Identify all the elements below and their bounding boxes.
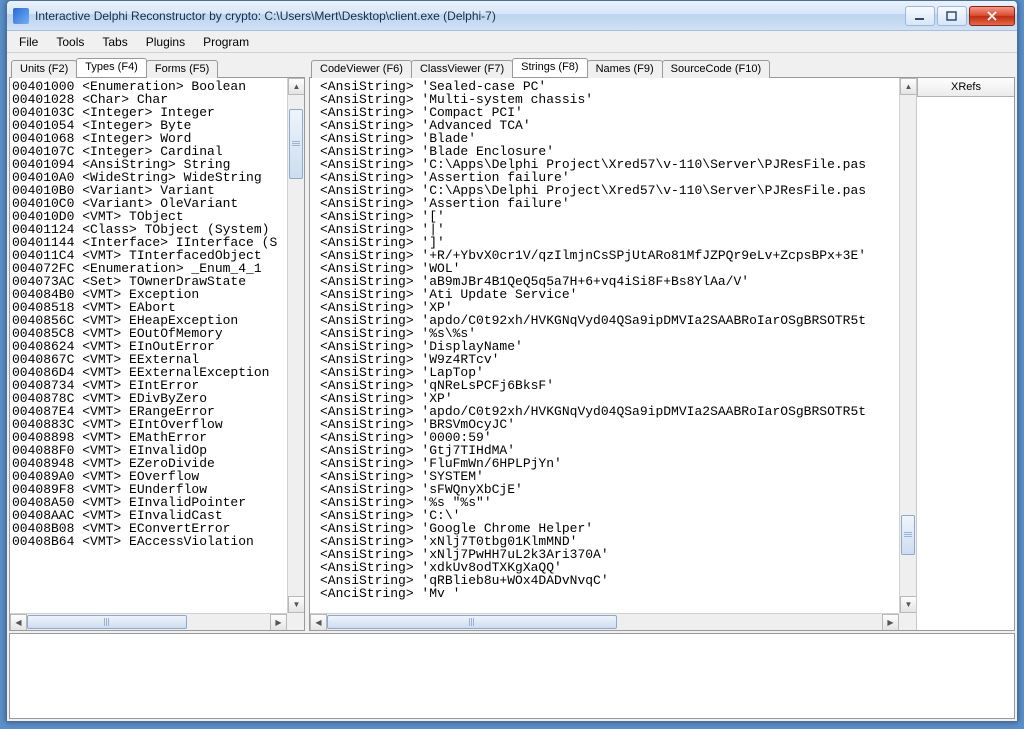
minimize-button[interactable] <box>905 6 935 26</box>
tab-codeviewer[interactable]: CodeViewer (F6) <box>311 60 412 78</box>
right-hscrollbar[interactable]: ◀ ▶ <box>310 613 899 630</box>
app-icon <box>13 8 29 24</box>
menu-tools[interactable]: Tools <box>48 33 92 51</box>
window-title: Interactive Delphi Reconstructor by cryp… <box>35 9 905 23</box>
right-htrack[interactable] <box>327 614 882 630</box>
right-vscrollbar[interactable]: ▲ ▼ <box>899 78 916 613</box>
strings-list[interactable]: <AnsiString> 'Sealed-case PC' <AnsiStrin… <box>310 78 899 613</box>
strings-list-wrap: <AnsiString> 'Sealed-case PC' <AnsiStrin… <box>310 78 916 630</box>
scroll-down-icon[interactable]: ▼ <box>288 596 304 613</box>
close-icon <box>986 11 998 21</box>
left-vtrack[interactable] <box>288 95 304 596</box>
right-tabs: CodeViewer (F6) ClassViewer (F7) Strings… <box>309 55 1015 77</box>
right-hthumb[interactable] <box>327 615 617 629</box>
tab-names[interactable]: Names (F9) <box>587 60 663 78</box>
app-window: Interactive Delphi Reconstructor by cryp… <box>6 0 1018 722</box>
left-htrack[interactable] <box>27 614 270 630</box>
left-tab-body: 00401000 <Enumeration> Boolean 00401028 … <box>9 77 305 631</box>
scroll-up-icon[interactable]: ▲ <box>288 78 304 95</box>
tab-strings[interactable]: Strings (F8) <box>512 58 587 77</box>
types-list-wrap: 00401000 <Enumeration> Boolean 00401028 … <box>10 78 304 630</box>
bottom-panel <box>9 633 1015 719</box>
scroll-left-icon[interactable]: ◀ <box>10 614 27 630</box>
scroll-down-icon[interactable]: ▼ <box>900 596 916 613</box>
maximize-icon <box>946 11 958 21</box>
right-panel: CodeViewer (F6) ClassViewer (F7) Strings… <box>309 55 1015 631</box>
menu-program[interactable]: Program <box>195 33 257 51</box>
titlebar[interactable]: Interactive Delphi Reconstructor by cryp… <box>7 1 1017 31</box>
maximize-button[interactable] <box>937 6 967 26</box>
scroll-left-icon[interactable]: ◀ <box>310 614 327 630</box>
left-tabs: Units (F2) Types (F4) Forms (F5) <box>9 55 305 77</box>
right-scroll-corner <box>899 613 916 630</box>
minimize-icon <box>914 11 926 21</box>
client-area: Units (F2) Types (F4) Forms (F5) 0040100… <box>7 53 1017 633</box>
left-panel: Units (F2) Types (F4) Forms (F5) 0040100… <box>9 55 305 631</box>
tab-classviewer[interactable]: ClassViewer (F7) <box>411 60 513 78</box>
left-hthumb[interactable] <box>27 615 187 629</box>
left-hscrollbar[interactable]: ◀ ▶ <box>10 613 287 630</box>
types-list[interactable]: 00401000 <Enumeration> Boolean 00401028 … <box>10 78 287 613</box>
menubar: File Tools Tabs Plugins Program <box>7 31 1017 53</box>
tab-forms[interactable]: Forms (F5) <box>146 60 218 78</box>
scroll-right-icon[interactable]: ▶ <box>270 614 287 630</box>
scroll-right-icon[interactable]: ▶ <box>882 614 899 630</box>
close-button[interactable] <box>969 6 1015 26</box>
right-tab-body: <AnsiString> 'Sealed-case PC' <AnsiStrin… <box>309 77 1015 631</box>
menu-tabs[interactable]: Tabs <box>94 33 135 51</box>
menu-file[interactable]: File <box>11 33 46 51</box>
xrefs-column: XRefs <box>916 78 1014 630</box>
tab-units[interactable]: Units (F2) <box>11 60 77 78</box>
scroll-up-icon[interactable]: ▲ <box>900 78 916 95</box>
left-scroll-corner <box>287 613 304 630</box>
left-vthumb[interactable] <box>289 109 303 179</box>
xrefs-header[interactable]: XRefs <box>917 78 1014 97</box>
right-vthumb[interactable] <box>901 515 915 555</box>
right-vtrack[interactable] <box>900 95 916 596</box>
left-vscrollbar[interactable]: ▲ ▼ <box>287 78 304 613</box>
window-buttons <box>905 6 1015 26</box>
tab-types[interactable]: Types (F4) <box>76 58 147 77</box>
tab-sourcecode[interactable]: SourceCode (F10) <box>662 60 771 78</box>
menu-plugins[interactable]: Plugins <box>138 33 193 51</box>
